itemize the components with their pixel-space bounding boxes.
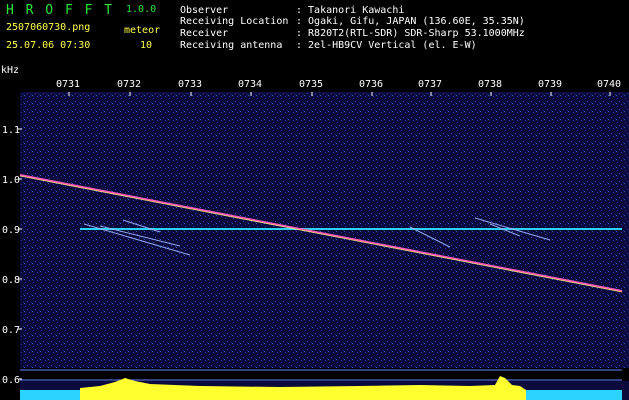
- y-tick-0-7: 0.7: [2, 325, 20, 336]
- meteor-label: meteor: [124, 25, 161, 36]
- info-label-antenna: Receiving antenna: [180, 40, 283, 51]
- meteor-count: 10: [140, 40, 153, 51]
- y-tick-0-9: 0.9: [2, 225, 20, 236]
- info-label-observer: Observer: [180, 5, 229, 16]
- y-tick-1-0: 1.0: [2, 175, 20, 186]
- app-name: H R O F F T: [6, 3, 115, 18]
- info-value-antenna: : 2el-HB9CV Vertical (el. E-W): [296, 40, 477, 51]
- y-tick-1-1: 1.1: [2, 125, 20, 136]
- image-filename: 2507060730.png: [6, 22, 91, 33]
- info-label-location: Receiving Location: [180, 16, 289, 27]
- info-label-receiver: Receiver: [180, 28, 229, 39]
- spectrogram: 1.1 1.0 0.9 0.8 0.7 0.6: [0, 92, 629, 400]
- header: H R O F F T 1.0.0 2507060730.png meteor …: [0, 0, 629, 90]
- info-value-observer: : Takanori Kawachi: [296, 5, 405, 16]
- info-value-location: : Ogaki, Gifu, JAPAN (136.60E, 35.35N): [296, 16, 525, 27]
- y-tick-0-8: 0.8: [2, 275, 20, 286]
- left-margin: [0, 92, 20, 400]
- histogram-left-band: [20, 390, 80, 400]
- histogram-right-band: [526, 390, 622, 400]
- info-value-receiver: : R820T2(RTL-SDR) SDR-Sharp 53.1000MHz: [296, 28, 525, 39]
- observation-timestamp: 25.07.06 07:30: [6, 40, 91, 51]
- y-tick-0-6: 0.6: [2, 375, 20, 386]
- y-unit-label: kHz: [1, 65, 20, 76]
- app-version: 1.0.0: [126, 4, 157, 15]
